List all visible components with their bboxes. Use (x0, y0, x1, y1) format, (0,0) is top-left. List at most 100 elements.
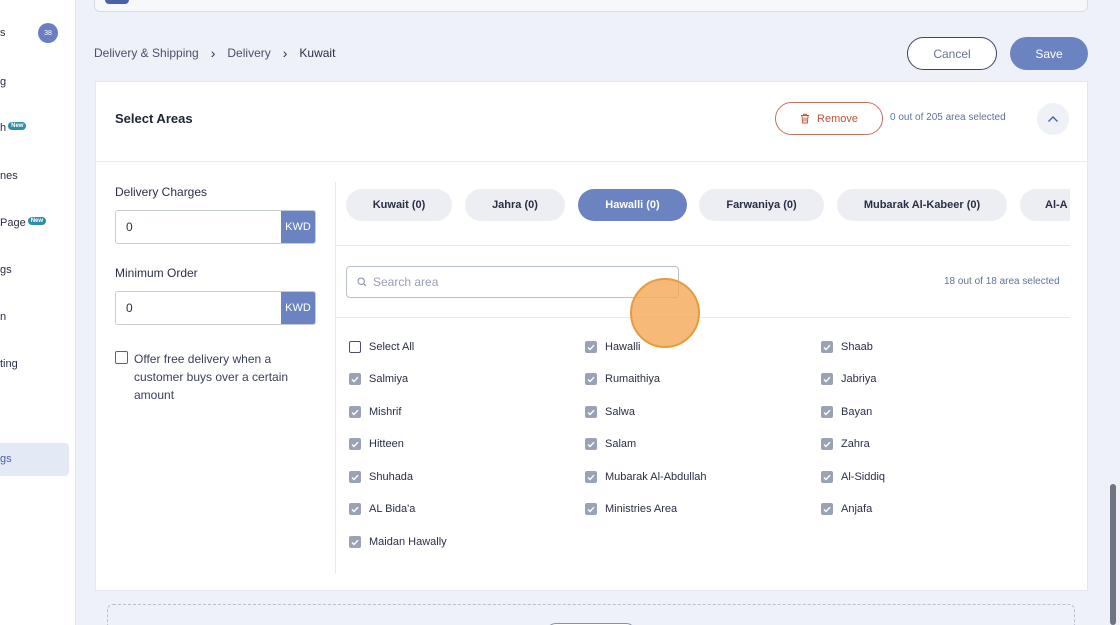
area-checkbox[interactable]: Jabriya (821, 373, 876, 385)
sidebar-item-label: ting (0, 358, 18, 370)
free-delivery-label: Offer free delivery when a customer buys… (134, 352, 289, 402)
area-checkbox[interactable]: Al-Siddiq (821, 471, 885, 483)
tab-al-ahmadi[interactable]: Al-A (1020, 189, 1070, 221)
tab-mubarak-al-kabeer[interactable]: Mubarak Al-Kabeer (0) (837, 189, 1007, 221)
divider (335, 182, 336, 574)
sidebar-item-active[interactable]: gs (0, 443, 69, 476)
free-delivery-checkbox[interactable] (115, 351, 128, 364)
sidebar-item-3[interactable]: nes (0, 170, 18, 182)
area-checkbox[interactable]: Zahra (821, 438, 870, 450)
checkbox-label: Al-Siddiq (841, 471, 886, 483)
checkbox-checked-icon (585, 438, 597, 450)
checkbox-label: Salwa (605, 406, 635, 418)
area-checkbox[interactable]: AL Bida'a (349, 503, 415, 515)
trash-icon (801, 113, 810, 124)
minimum-order-label: Minimum Order (115, 266, 198, 280)
area-checkbox[interactable]: Hawalli (585, 341, 640, 353)
checkbox-label: Hitteen (369, 438, 404, 450)
checkbox-checked-icon (821, 373, 833, 385)
checkbox-label: Hawalli (605, 341, 641, 353)
checkbox-label: Mubarak Al-Abdullah (605, 471, 707, 483)
area-selected-count: 18 out of 18 area selected (944, 276, 1060, 287)
area-checkbox[interactable]: Mubarak Al-Abdullah (585, 471, 707, 483)
checkbox-checked-icon (821, 438, 833, 450)
checkbox-checked-icon (821, 503, 833, 515)
tab-jahra[interactable]: Jahra (0) (465, 189, 565, 221)
checkbox-checked-icon (349, 536, 361, 548)
sidebar: s 38 g h New nes Page New gs n ting gs (0, 0, 76, 625)
minimum-order-input[interactable] (116, 292, 281, 324)
sidebar-item-label: s (0, 27, 6, 39)
sidebar-item-5[interactable]: gs (0, 264, 12, 276)
checkbox-checked-icon (821, 406, 833, 418)
breadcrumb: Delivery & Shipping › Delivery › Kuwait (94, 45, 335, 61)
minimum-order-field: KWD (115, 291, 316, 325)
select-all-checkbox[interactable]: Select All (349, 341, 414, 353)
search-field (346, 266, 679, 298)
select-areas-card: Select Areas Remove 0 out of 205 area se… (95, 81, 1089, 591)
sidebar-item-label: g (0, 76, 7, 88)
delivery-charges-field: KWD (115, 210, 316, 244)
sidebar-item-label: nes (0, 170, 18, 182)
area-checkbox[interactable]: Shuhada (349, 471, 413, 483)
checkbox-checked-icon (821, 341, 833, 353)
checkbox-checked-icon (349, 471, 361, 483)
remove-button[interactable]: Remove (775, 102, 883, 135)
checkbox-checked-icon (821, 471, 833, 483)
chevron-right-icon: › (210, 45, 216, 61)
breadcrumb-item[interactable]: Delivery (227, 46, 270, 60)
sidebar-item-4[interactable]: Page New (0, 217, 47, 229)
currency-suffix: KWD (281, 292, 315, 324)
area-checkbox[interactable]: Salmiya (349, 373, 408, 385)
checkbox-checked-icon (349, 438, 361, 450)
sidebar-item-label: gs (0, 264, 12, 276)
section-title: Select Areas (115, 111, 193, 126)
count-badge: 38 (38, 23, 58, 43)
sidebar-item-label: Page (0, 217, 26, 229)
area-checkbox[interactable]: Anjafa (821, 503, 872, 515)
checkbox-label: Ministries Area (605, 503, 678, 515)
search-input[interactable] (373, 275, 678, 289)
breadcrumb-item[interactable]: Delivery & Shipping (94, 46, 199, 60)
top-panel-handle[interactable] (105, 0, 129, 4)
new-badge: New (27, 217, 47, 225)
delivery-charges-label: Delivery Charges (115, 185, 208, 199)
tab-farwaniya[interactable]: Farwaniya (0) (699, 189, 824, 221)
chevron-up-icon (1048, 116, 1058, 122)
tab-hawalli[interactable]: Hawalli (0) (578, 189, 687, 221)
area-checkbox[interactable]: Mishrif (349, 406, 401, 418)
area-checkbox[interactable]: Maidan Hawally (349, 536, 447, 548)
checkbox-checked-icon (585, 406, 597, 418)
checkbox-label: Rumaithiya (605, 373, 661, 385)
sidebar-item-2[interactable]: h New (0, 122, 27, 134)
collapse-button[interactable] (1037, 103, 1069, 135)
checkbox-label: Shuhada (369, 471, 414, 483)
area-checkbox[interactable]: Ministries Area (585, 503, 677, 515)
checkbox-label: Salam (605, 438, 637, 450)
area-checkbox[interactable]: Salam (585, 438, 636, 450)
region-tabs: Kuwait (0) Jahra (0) Hawalli (0) Farwani… (346, 189, 1070, 221)
area-checkbox[interactable]: Hitteen (349, 438, 404, 450)
checkbox-label: Shaab (841, 341, 873, 353)
checkbox-checked-icon (585, 503, 597, 515)
sidebar-item-0[interactable]: s (0, 27, 6, 39)
cancel-button[interactable]: Cancel (907, 37, 997, 70)
area-checkbox[interactable]: Bayan (821, 406, 872, 418)
checkbox-checked-icon (585, 373, 597, 385)
save-button[interactable]: Save (1010, 37, 1088, 70)
checkbox-checked-icon (585, 471, 597, 483)
sidebar-item-7[interactable]: ting (0, 358, 18, 370)
checkbox-checked-icon (349, 373, 361, 385)
tab-kuwait[interactable]: Kuwait (0) (346, 189, 452, 221)
scrollbar[interactable] (1110, 484, 1116, 625)
sidebar-item-label: gs (0, 453, 12, 465)
area-checkbox[interactable]: Rumaithiya (585, 373, 660, 385)
area-checkbox[interactable]: Shaab (821, 341, 873, 353)
area-checkbox[interactable]: Salwa (585, 406, 635, 418)
dashed-drop-zone[interactable] (107, 604, 1075, 625)
remove-label: Remove (817, 112, 858, 125)
divider (336, 245, 1070, 246)
sidebar-item-1[interactable]: g (0, 76, 6, 88)
delivery-charges-input[interactable] (116, 211, 281, 243)
sidebar-item-6[interactable]: n (0, 311, 6, 323)
